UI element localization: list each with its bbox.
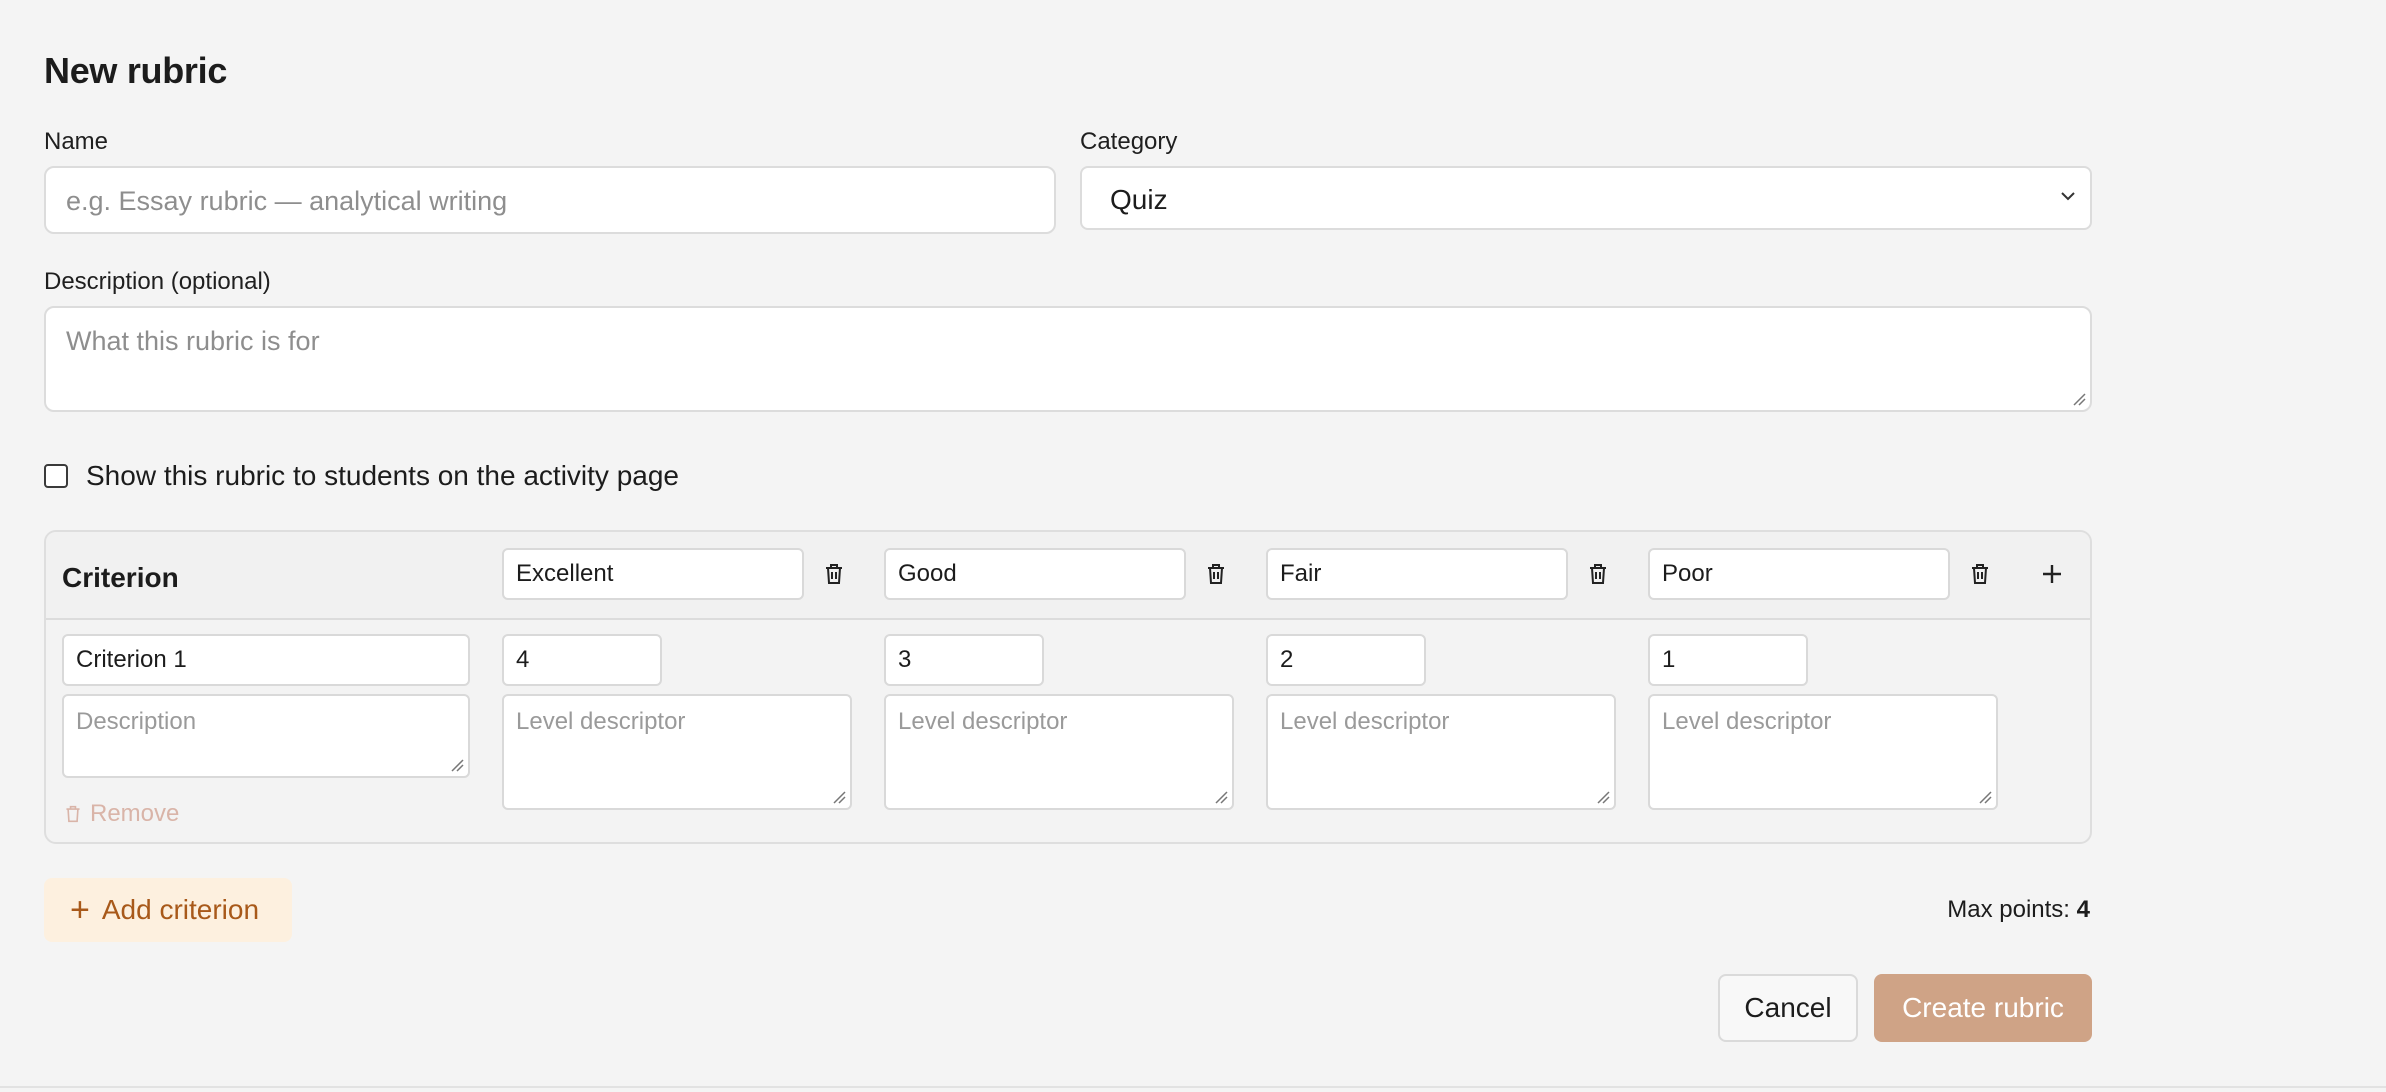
- resize-grip-icon[interactable]: [1596, 790, 1610, 804]
- rubric-header-row: Criterion Excellent Good Fair Poor: [46, 532, 2090, 620]
- chevron-down-icon: [2061, 192, 2075, 201]
- create-rubric-button[interactable]: Create rubric: [1874, 974, 2092, 1042]
- plus-icon: +: [70, 891, 90, 929]
- level-name: Fair: [1280, 560, 1322, 587]
- criterion-description-placeholder: Description: [76, 708, 197, 735]
- resize-grip-icon[interactable]: [2072, 392, 2086, 406]
- description-placeholder: What this rubric is for: [66, 326, 320, 356]
- criterion-header: Criterion: [62, 562, 179, 593]
- max-points-value: 4: [2076, 896, 2090, 923]
- level-points: 3: [898, 646, 912, 673]
- trash-icon[interactable]: [818, 558, 850, 590]
- level-name: Excellent: [516, 560, 614, 587]
- show-to-students-checkbox[interactable]: [44, 464, 68, 488]
- divider: [0, 1086, 2386, 1088]
- level-name: Poor: [1662, 560, 1713, 587]
- level-points: 2: [1280, 646, 1294, 673]
- level-name-input[interactable]: Excellent: [502, 548, 804, 600]
- level-points: 1: [1662, 646, 1676, 673]
- level-name-input[interactable]: Good: [884, 548, 1186, 600]
- level-name-input[interactable]: Poor: [1648, 548, 1950, 600]
- level-points-input[interactable]: 1: [1648, 634, 1808, 686]
- new-rubric-page: New rubric Name e.g. Essay rubric — anal…: [0, 0, 2386, 1088]
- level-descriptor-textarea[interactable]: Level descriptor: [1266, 694, 1616, 810]
- level-descriptor-placeholder: Level descriptor: [898, 708, 1068, 735]
- name-input[interactable]: e.g. Essay rubric — analytical writing: [44, 166, 1056, 234]
- remove-criterion-button[interactable]: Remove: [64, 800, 179, 828]
- trash-icon: [66, 805, 80, 823]
- resize-grip-icon[interactable]: [450, 758, 464, 772]
- criterion-name-input[interactable]: Criterion 1: [62, 634, 470, 686]
- level-points: 4: [516, 646, 530, 673]
- description-label: Description (optional): [44, 268, 271, 295]
- level-name: Good: [898, 560, 957, 587]
- name-label: Name: [44, 128, 109, 155]
- remove-label: Remove: [90, 800, 180, 827]
- max-points-label: Max points:: [1947, 896, 2077, 923]
- rubric-table: Criterion Excellent Good Fair Poor Crite…: [44, 530, 2092, 844]
- name-placeholder: e.g. Essay rubric — analytical writing: [66, 186, 508, 216]
- trash-icon[interactable]: [1200, 558, 1232, 590]
- category-select[interactable]: Quiz: [1080, 166, 2092, 230]
- max-points: Max points: 4: [1947, 896, 2090, 924]
- level-descriptor-textarea[interactable]: Level descriptor: [502, 694, 852, 810]
- resize-grip-icon[interactable]: [832, 790, 846, 804]
- cancel-button[interactable]: Cancel: [1718, 974, 1858, 1042]
- category-label: Category: [1080, 128, 1178, 155]
- level-descriptor-placeholder: Level descriptor: [1662, 708, 1832, 735]
- category-value: Quiz: [1110, 184, 1168, 215]
- criterion-name: Criterion 1: [76, 646, 187, 673]
- resize-grip-icon[interactable]: [1978, 790, 1992, 804]
- add-level-plus-icon[interactable]: [2036, 558, 2068, 590]
- level-points-input[interactable]: 3: [884, 634, 1044, 686]
- level-descriptor-placeholder: Level descriptor: [1280, 708, 1450, 735]
- trash-icon[interactable]: [1964, 558, 1996, 590]
- page-title: New rubric: [44, 50, 228, 91]
- level-descriptor-textarea[interactable]: Level descriptor: [884, 694, 1234, 810]
- trash-icon[interactable]: [1582, 558, 1614, 590]
- add-criterion-label: Add criterion: [101, 894, 260, 925]
- show-to-students-label: Show this rubric to students on the acti…: [86, 460, 679, 491]
- level-descriptor-placeholder: Level descriptor: [516, 708, 686, 735]
- level-points-input[interactable]: 2: [1266, 634, 1426, 686]
- level-points-input[interactable]: 4: [502, 634, 662, 686]
- level-descriptor-textarea[interactable]: Level descriptor: [1648, 694, 1998, 810]
- resize-grip-icon[interactable]: [1214, 790, 1228, 804]
- criterion-description-textarea[interactable]: Description: [62, 694, 470, 778]
- level-name-input[interactable]: Fair: [1266, 548, 1568, 600]
- add-criterion-button[interactable]: + Add criterion: [44, 878, 292, 942]
- description-textarea[interactable]: What this rubric is for: [44, 306, 2092, 412]
